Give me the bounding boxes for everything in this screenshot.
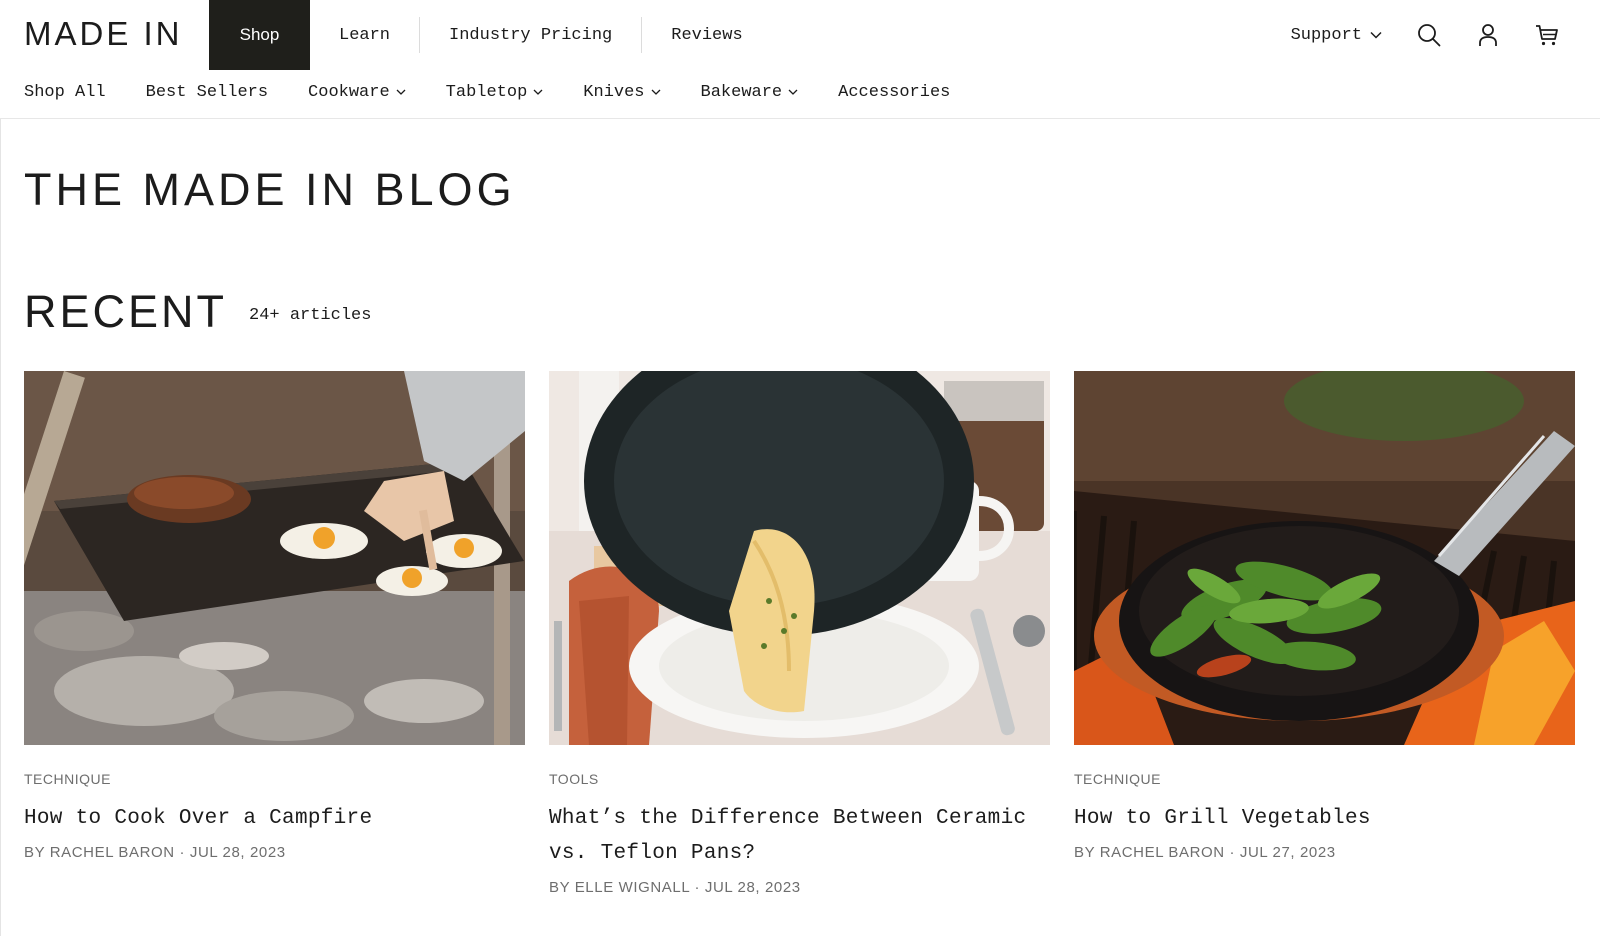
article-image-omelette-pan[interactable] bbox=[549, 371, 1050, 745]
category-nav-cookware[interactable]: Cookware bbox=[308, 83, 406, 102]
cart-icon bbox=[1536, 25, 1558, 46]
category-label: Bakeware bbox=[700, 82, 783, 102]
article-card[interactable]: TOOLS What’s the Difference Between Cera… bbox=[549, 371, 1050, 896]
category-label: Knives bbox=[583, 82, 645, 102]
primary-nav-learn[interactable]: Learn bbox=[310, 0, 419, 70]
article-image-grilled-vegetables[interactable] bbox=[1074, 371, 1575, 745]
category-nav: Shop All Best Sellers Cookware Tabletop … bbox=[24, 78, 990, 106]
chevron-down-icon bbox=[1370, 31, 1382, 39]
article-card[interactable]: TECHNIQUE How to Cook Over a Campfire BY… bbox=[24, 371, 525, 896]
chevron-down-icon bbox=[788, 89, 798, 95]
category-nav-accessories[interactable]: Accessories bbox=[838, 83, 950, 102]
chevron-down-icon bbox=[396, 89, 406, 95]
account-icon bbox=[1479, 24, 1497, 46]
article-title[interactable]: How to Cook Over a Campfire bbox=[24, 801, 525, 836]
primary-nav-industry-pricing[interactable]: Industry Pricing bbox=[420, 0, 641, 70]
chevron-down-icon bbox=[651, 89, 660, 95]
top-header: MADE IN Shop Learn Industry Pricing Revi… bbox=[0, 0, 1600, 70]
article-image-campfire[interactable] bbox=[24, 371, 525, 745]
chevron-down-icon bbox=[533, 89, 543, 95]
category-nav-knives[interactable]: Knives bbox=[583, 83, 660, 102]
article-title[interactable]: How to Grill Vegetables bbox=[1074, 801, 1575, 836]
account-button[interactable] bbox=[1475, 22, 1501, 48]
search-button[interactable] bbox=[1416, 22, 1442, 48]
article-category: TECHNIQUE bbox=[1074, 771, 1161, 787]
article-category: TECHNIQUE bbox=[24, 771, 111, 787]
recent-section-header: RECENT 24+ articles bbox=[24, 286, 371, 338]
utility-nav: Support bbox=[1291, 0, 1600, 70]
support-menu[interactable]: Support bbox=[1291, 26, 1382, 45]
nav-divider bbox=[0, 118, 1600, 119]
section-title: RECENT bbox=[24, 286, 228, 337]
category-nav-shop-all[interactable]: Shop All bbox=[24, 83, 106, 102]
cart-button[interactable] bbox=[1534, 22, 1560, 48]
page-left-border bbox=[0, 118, 1, 936]
primary-nav-shop[interactable]: Shop bbox=[209, 0, 310, 70]
article-byline: BY RACHEL BARON · JUL 28, 2023 bbox=[24, 844, 286, 861]
article-card[interactable]: TECHNIQUE How to Grill Vegetables BY RAC… bbox=[1074, 371, 1575, 896]
support-label: Support bbox=[1290, 25, 1362, 45]
category-label: Best Sellers bbox=[145, 82, 269, 102]
article-byline: BY RACHEL BARON · JUL 27, 2023 bbox=[1074, 844, 1336, 861]
search-icon bbox=[1418, 24, 1441, 47]
primary-nav: Shop Learn Industry Pricing Reviews bbox=[209, 0, 772, 70]
primary-nav-reviews[interactable]: Reviews bbox=[642, 0, 771, 70]
category-label: Shop All bbox=[24, 82, 106, 102]
category-nav-bakeware[interactable]: Bakeware bbox=[701, 83, 799, 102]
article-byline: BY ELLE WIGNALL · JUL 28, 2023 bbox=[549, 879, 801, 896]
article-category: TOOLS bbox=[549, 771, 599, 787]
category-nav-best-sellers[interactable]: Best Sellers bbox=[146, 83, 268, 102]
article-title[interactable]: What’s the Difference Between Ceramic vs… bbox=[549, 801, 1050, 871]
brand-logo[interactable]: MADE IN bbox=[24, 15, 183, 53]
category-label: Cookware bbox=[308, 82, 390, 102]
category-label: Tabletop bbox=[445, 82, 528, 102]
page-title: THE MADE IN BLOG bbox=[24, 164, 516, 215]
category-label: Accessories bbox=[838, 82, 951, 102]
article-grid: TECHNIQUE How to Cook Over a Campfire BY… bbox=[24, 371, 1575, 896]
category-nav-tabletop[interactable]: Tabletop bbox=[446, 83, 544, 102]
article-count: 24+ articles bbox=[249, 306, 372, 325]
